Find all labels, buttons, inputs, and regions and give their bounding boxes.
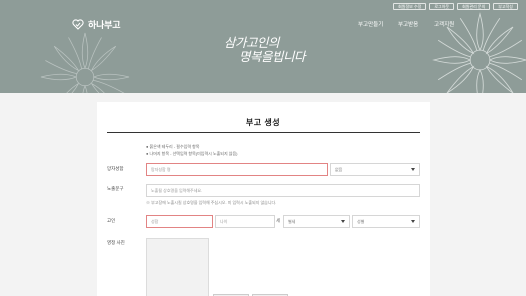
- heart-logo-icon: [72, 19, 84, 30]
- portrait-photo-preview[interactable]: [146, 238, 209, 296]
- nav-item-received-obituary[interactable]: 부고받음: [398, 20, 418, 28]
- gender-select-value: 성별: [357, 219, 365, 224]
- relation-select[interactable]: 없음: [330, 163, 420, 176]
- age-suffix: 세: [276, 218, 281, 223]
- chevron-down-icon: [341, 220, 345, 223]
- top-link-create[interactable]: 부고작성: [493, 3, 518, 10]
- notice-text-input[interactable]: 노출될 상호명을 입력해주세요.: [146, 184, 420, 197]
- site-logo[interactable]: 하나부고: [72, 18, 121, 31]
- deceased-name-label: 망자성함: [107, 166, 124, 171]
- notice-hint: ※ 부고장에 노출시킬 상호명을 입력해 주십시오. 미 입력시 노출되지 않습…: [146, 200, 277, 205]
- nav-item-create-obituary[interactable]: 부고만들기: [358, 20, 383, 28]
- nav-item-support[interactable]: 고객지원: [434, 20, 454, 28]
- top-link-edit-profile[interactable]: 회원정보 수정: [393, 3, 427, 10]
- status-select[interactable]: 별세: [283, 215, 350, 228]
- deceased-fullname-input[interactable]: 성함: [146, 215, 213, 228]
- header-banner: 회원정보 수정 로그아웃 회원관리 문의 부고작성 하나부고 부고만들기 부고받…: [0, 0, 526, 93]
- relation-select-value: 없음: [335, 167, 343, 172]
- slogan-line-1: 삼가고인의: [224, 35, 280, 50]
- deceased-name-input[interactable]: 망자성함 명: [146, 163, 328, 176]
- condolence-slogan: 삼가고인의 명복을빕니다: [224, 36, 324, 64]
- notice-text-label: 노출문구: [107, 186, 124, 191]
- top-link-logout[interactable]: 로그아웃: [429, 3, 455, 10]
- chevron-down-icon: [411, 220, 415, 223]
- form-notes: ● 붉은색 테두리 - 필수입력 항목 ● 나머지 항목 - 선택입력 항목(미…: [146, 144, 237, 157]
- deceased-age-input[interactable]: 나이: [215, 215, 275, 228]
- portrait-photo-label: 영정 사진: [107, 240, 125, 245]
- top-utility-links: 회원정보 수정 로그아웃 회원관리 문의 부고작성: [393, 3, 518, 10]
- deceased-info-label: 고인: [107, 218, 116, 223]
- top-link-inquiry[interactable]: 회원관리 문의: [457, 3, 491, 10]
- chevron-down-icon: [411, 168, 415, 171]
- title-divider: [107, 132, 420, 133]
- status-select-value: 별세: [288, 219, 296, 224]
- slogan-line-2: 명복을빕니다: [239, 49, 306, 64]
- logo-text: 하나부고: [88, 20, 121, 30]
- page-title: 부고 생성: [245, 118, 281, 127]
- note-optional: ● 나머지 항목 - 선택입력 항목(미입력시 노출되지 않음): [146, 150, 238, 156]
- chrysanthemum-left-decoration: [40, 32, 130, 93]
- gender-select[interactable]: 성별: [352, 215, 420, 228]
- chrysanthemum-right-decoration: [432, 12, 526, 93]
